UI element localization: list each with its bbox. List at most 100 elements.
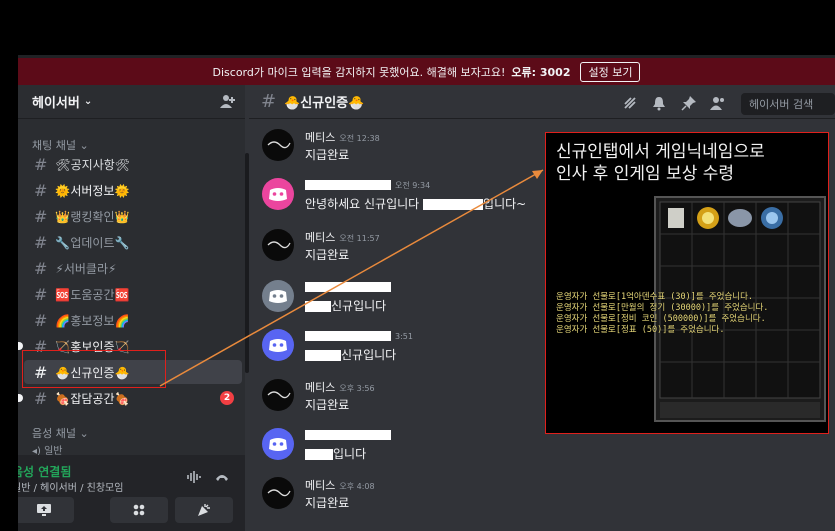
channel-item[interactable]: # 🌞서버정보🌞 bbox=[24, 178, 242, 202]
avatar[interactable] bbox=[262, 280, 294, 312]
unread-indicator bbox=[18, 394, 23, 402]
game-log-line: 운영자가 선물로[정표 (50)]를 주었습니다. bbox=[556, 325, 725, 335]
server-header[interactable]: 헤이서버 ⌄ bbox=[18, 85, 245, 119]
channel-label: 🌈홍보정보🌈 bbox=[55, 313, 130, 328]
highlight-box bbox=[22, 350, 166, 388]
message-text-part: 신규입니다 bbox=[331, 299, 387, 313]
channel-item[interactable]: # ⚡서버클라⚡ bbox=[24, 256, 242, 280]
notification-bell-icon[interactable] bbox=[651, 95, 667, 111]
message-author[interactable] bbox=[305, 280, 391, 293]
message-timestamp: 오전 12:38 bbox=[339, 134, 380, 143]
noise-suppression-icon[interactable] bbox=[186, 469, 202, 485]
hash-icon: # bbox=[34, 180, 48, 200]
message-text: 지급완료 bbox=[305, 248, 350, 262]
invite-people-icon[interactable] bbox=[219, 93, 237, 111]
screen-share-button[interactable] bbox=[18, 497, 74, 523]
avatar[interactable] bbox=[262, 229, 294, 261]
message-text-part: 입니다 bbox=[333, 447, 367, 461]
chevron-down-icon: ⌄ bbox=[83, 96, 93, 107]
message-author[interactable]: 메티스 오후 3:56 bbox=[305, 379, 375, 395]
message-text: 신규입니다 bbox=[305, 346, 396, 363]
disconnect-icon[interactable] bbox=[214, 469, 230, 485]
activities-button[interactable] bbox=[110, 497, 168, 523]
channel-item[interactable]: # 🔧업데이트🔧 bbox=[24, 230, 242, 254]
banner-error-code: 오류: 3002 bbox=[511, 65, 571, 79]
channel-item[interactable]: # 🍖잡담공간🍖 2 bbox=[18, 386, 242, 410]
hash-icon: # bbox=[34, 206, 48, 226]
message-timestamp: 오전 11:57 bbox=[339, 234, 380, 243]
avatar[interactable] bbox=[262, 178, 294, 210]
channel-title: 🐣신규인증🐣 bbox=[284, 96, 365, 111]
redaction-bar bbox=[305, 301, 331, 312]
activities-icon bbox=[133, 504, 145, 516]
message-text-part: 안녕하세요 신규입니다 bbox=[305, 197, 420, 211]
redaction-bar bbox=[305, 449, 333, 460]
avatar[interactable] bbox=[262, 129, 294, 161]
message-text-part: 신규입니다 bbox=[341, 348, 397, 362]
redaction-bar bbox=[305, 180, 391, 190]
message-author[interactable]: 메티스 오후 4:08 bbox=[305, 477, 375, 493]
hash-icon: # bbox=[34, 388, 48, 408]
redaction-bar bbox=[423, 199, 484, 210]
screen-share-icon bbox=[37, 504, 51, 516]
message-author[interactable]: 메티스 오전 11:57 bbox=[305, 229, 380, 245]
channel-item[interactable]: # 🆘도움공간🆘 bbox=[24, 282, 242, 306]
message-author[interactable]: 오전 9:34 bbox=[305, 178, 430, 191]
voice-connection-panel: 음성 연결됨 일반 / 헤이서버 / 친창모임 bbox=[18, 455, 245, 531]
search-placeholder: 헤이서버 검색 bbox=[749, 98, 814, 111]
text-category[interactable]: 채팅 채널 ⌄ bbox=[32, 137, 89, 153]
message-timestamp: 오전 9:34 bbox=[395, 181, 431, 190]
server-name: 헤이서버 bbox=[32, 96, 80, 111]
channel-label: ⚡서버클라⚡ bbox=[55, 261, 117, 276]
avatar[interactable] bbox=[262, 428, 294, 460]
avatar[interactable] bbox=[262, 379, 294, 411]
channel-label: 🆘도움공간🆘 bbox=[55, 287, 130, 302]
annotation-panel: 신규인탭에서 게임닉네임으로 인사 후 인게임 보상 수령 운영자가 선물로[1… bbox=[545, 132, 829, 434]
voice-location: 일반 / 헤이서버 / 친창모임 bbox=[18, 483, 124, 494]
message-timestamp: 3:51 bbox=[395, 332, 413, 341]
channel-label: 🛠공지사항🛠 bbox=[55, 157, 131, 172]
voice-category-label: 음성 채널 bbox=[32, 427, 76, 440]
sidebar-scrollbar[interactable] bbox=[245, 153, 249, 373]
message-author[interactable]: 3:51 bbox=[305, 329, 413, 342]
message-timestamp: 오후 4:08 bbox=[339, 482, 375, 491]
avatar[interactable] bbox=[262, 477, 294, 509]
channel-label: 👑랭킹확인👑 bbox=[55, 209, 130, 224]
channel-item[interactable]: # 🌈홍보정보🌈 bbox=[24, 308, 242, 332]
voice-category[interactable]: 음성 채널 ⌄ bbox=[32, 425, 89, 441]
channel-item[interactable]: # 👑랭킹확인👑 bbox=[24, 204, 242, 228]
message-text: 지급완료 bbox=[305, 496, 350, 510]
hash-icon: # bbox=[34, 284, 48, 304]
message-author[interactable] bbox=[305, 428, 391, 441]
hash-icon: # bbox=[34, 232, 48, 252]
threads-icon[interactable] bbox=[622, 95, 638, 111]
voice-status[interactable]: 음성 연결됨 bbox=[18, 463, 71, 480]
search-input[interactable]: 헤이서버 검색 bbox=[741, 93, 835, 115]
error-banner: Discord가 마이크 입력을 감지하지 못했어요. 해결해 보자고요! 오류… bbox=[18, 58, 835, 85]
annotation-text: 신규인탭에서 게임닉네임으로 인사 후 인게임 보상 수령 bbox=[556, 142, 765, 184]
pin-icon[interactable] bbox=[681, 95, 697, 111]
channel-sidebar: 헤이서버 ⌄ 채팅 채널 ⌄ # 🛠공지사항🛠 # 🌞서버정보🌞 # 👑랭킹확인… bbox=[18, 85, 245, 531]
redaction-bar bbox=[305, 430, 391, 440]
hash-icon: # bbox=[261, 91, 277, 112]
soundboard-icon bbox=[198, 504, 210, 516]
redaction-bar bbox=[305, 350, 341, 361]
unread-indicator bbox=[18, 342, 23, 350]
message-timestamp: 오후 3:56 bbox=[339, 384, 375, 393]
channel-label: 🔧업데이트🔧 bbox=[55, 235, 130, 250]
message-text: 지급완료 bbox=[305, 148, 350, 162]
banner-message: Discord가 마이크 입력을 감지하지 못했어요. 해결해 보자고요! bbox=[212, 65, 506, 79]
message-text: 입니다 bbox=[305, 445, 366, 462]
member-list-icon[interactable] bbox=[710, 95, 726, 111]
soundboard-button[interactable] bbox=[175, 497, 233, 523]
banner-settings-button[interactable]: 설정 보기 bbox=[580, 61, 641, 82]
message-text-part: 입니다~ bbox=[483, 197, 527, 211]
channel-item[interactable]: # 🛠공지사항🛠 bbox=[24, 152, 242, 176]
avatar[interactable] bbox=[262, 329, 294, 361]
message-author[interactable]: 메티스 오전 12:38 bbox=[305, 129, 380, 145]
hash-icon: # bbox=[34, 154, 48, 174]
channel-label: 🍖잡담공간🍖 bbox=[55, 391, 130, 406]
message-text: 안녕하세요 신규입니다 입니다~ bbox=[305, 195, 526, 212]
hash-icon: # bbox=[34, 258, 48, 278]
mention-badge: 2 bbox=[220, 391, 234, 405]
